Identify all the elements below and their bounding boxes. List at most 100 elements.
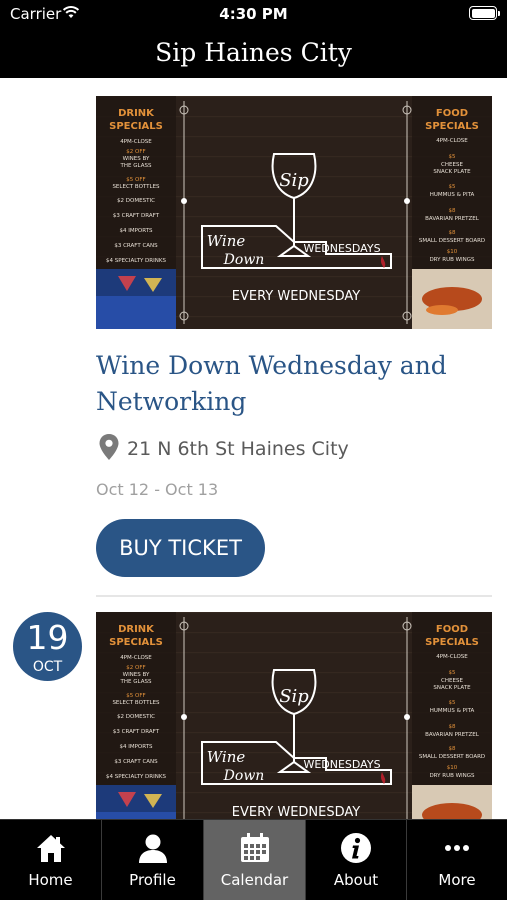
food-item: SNACK PLATE xyxy=(433,685,471,691)
drink-item: $5 OFF xyxy=(126,693,145,699)
drink-item: THE GLASS xyxy=(120,163,152,169)
badge-month: OCT xyxy=(32,659,63,675)
food-item: BAVARIAN PRETZEL xyxy=(425,216,480,222)
food-item: DRY RUB WINGS xyxy=(429,257,475,263)
poster-ornament xyxy=(181,714,187,720)
wine-down-text: Wine xyxy=(207,232,246,250)
food-item: $5 xyxy=(449,184,456,190)
drink-item: WINES BY xyxy=(123,672,150,678)
food-item: $8 xyxy=(449,746,456,752)
drink-heading: DRINK xyxy=(118,108,155,119)
drink-item: 4PM-CLOSE xyxy=(120,655,152,661)
food-heading: SPECIALS xyxy=(425,121,479,132)
divider xyxy=(96,595,492,597)
wednesdays-text: WEDNESDAYS xyxy=(303,242,380,255)
calendar-icon xyxy=(240,833,269,862)
more-icon xyxy=(445,845,469,851)
food-item: $5 xyxy=(449,700,456,706)
food-item: HUMMUS & PITA xyxy=(430,192,475,198)
drink-item: $5 OFF xyxy=(126,177,145,183)
wednesdays-text: WEDNESDAYS xyxy=(303,758,380,771)
event-poster: DRINK SPECIALS 4PM-CLOSE $2 OFFWINES BYTHE … xyxy=(96,96,492,329)
tab-calendar[interactable]: Calendar xyxy=(204,820,306,900)
food-item: SMALL DESSERT BOARD xyxy=(419,754,485,760)
drink-item: WINES BY xyxy=(123,156,150,162)
drink-item: $4 SPECIALTY DRINKS xyxy=(106,774,166,780)
badge-day: 19 xyxy=(26,618,69,657)
drink-item: $3 CRAFT CANS xyxy=(114,759,158,765)
drink-item: $4 SPECIALTY DRINKS xyxy=(106,258,166,264)
every-wednesday-text: EVERY WEDNESDAY xyxy=(232,289,361,304)
food-item: SMALL DESSERT BOARD xyxy=(419,238,485,244)
drink-item: $4 IMPORTS xyxy=(119,228,153,234)
battery-icon xyxy=(469,6,500,20)
home-icon xyxy=(36,835,65,862)
drink-item: SELECT BOTTLES xyxy=(112,184,160,190)
page-title: Sip Haines City xyxy=(155,38,352,67)
tab-home[interactable]: Home xyxy=(0,820,102,900)
food-heading: SPECIALS xyxy=(425,637,479,648)
wine-down-text: Down xyxy=(223,768,265,784)
event-image[interactable]: DRINK SPECIALS 4PM-CLOSE $2 OFF WINES BY THE … xyxy=(96,96,492,329)
wine-down-text: Wine xyxy=(207,748,246,766)
food-item: $5 xyxy=(449,154,456,160)
food-item: HUMMUS & PITA xyxy=(430,708,475,714)
drink-item: $2 DOMESTIC xyxy=(117,198,155,204)
map-pin-icon xyxy=(99,434,119,460)
food-item: BAVARIAN PRETZEL xyxy=(425,732,480,738)
cocktail-photo-shade xyxy=(96,296,176,329)
wine-down-text: Down xyxy=(223,252,265,268)
event-poster: DRINK SPECIALS 4PM-CLOSE $2 OFFWINES BYTHE … xyxy=(96,612,492,819)
drink-item: $3 CRAFT CANS xyxy=(114,243,158,249)
poster-ornament xyxy=(404,198,410,204)
food-heading: FOOD xyxy=(436,624,468,635)
tab-more[interactable]: More xyxy=(407,820,507,900)
drink-item: $2 OFF xyxy=(126,149,145,155)
drink-heading: SPECIALS xyxy=(109,637,163,648)
tab-bar: Home Profile Calendar About More xyxy=(0,819,507,900)
food-item: DRY RUB WINGS xyxy=(429,773,475,779)
poster-ornament xyxy=(404,714,410,720)
drink-item: $4 IMPORTS xyxy=(119,744,153,750)
drink-item: 4PM-CLOSE xyxy=(120,139,152,145)
food-item: $8 xyxy=(449,230,456,236)
event-date-range: Oct 12 - Oct 13 xyxy=(96,480,219,499)
status-time: 4:30 PM xyxy=(219,5,288,23)
drink-item: $2 OFF xyxy=(126,665,145,671)
status-bar: Carrier 4:30 PM xyxy=(0,0,507,28)
profile-icon xyxy=(138,834,167,863)
tab-about[interactable]: About xyxy=(306,820,407,900)
drink-item: $2 DOMESTIC xyxy=(117,714,155,720)
buy-ticket-button[interactable]: BUY TICKET xyxy=(96,519,265,577)
food-item: $5 xyxy=(449,670,456,676)
food-item: CHEESE xyxy=(441,678,463,684)
info-icon xyxy=(341,833,371,863)
drink-item: $3 CRAFT DRAFT xyxy=(113,729,160,735)
tab-profile[interactable]: Profile xyxy=(102,820,204,900)
food-item: $10 xyxy=(447,765,458,771)
event-date-badge: 19 OCT xyxy=(13,612,82,681)
tab-label: Home xyxy=(28,871,73,889)
logo-script: Sip xyxy=(279,170,309,191)
drink-heading: DRINK xyxy=(118,624,155,635)
food-item: $8 xyxy=(449,208,456,214)
event-image[interactable]: DRINK SPECIALS 4PM-CLOSE $2 OFF WINES BY THE … xyxy=(96,612,492,819)
food-item: 4PM-CLOSE xyxy=(436,138,468,144)
top-bar: Carrier 4:30 PM Sip Haines City xyxy=(0,0,507,78)
food-item: $8 xyxy=(449,724,456,730)
tab-label: More xyxy=(438,871,476,889)
food-item: $10 xyxy=(447,249,458,255)
food-item: CHEESE xyxy=(441,162,463,168)
tab-label: Profile xyxy=(129,871,176,889)
location-text: 21 N 6th St Haines City xyxy=(127,438,349,460)
every-wednesday-text: EVERY WEDNESDAY xyxy=(232,805,361,819)
food-item: 4PM-CLOSE xyxy=(436,654,468,660)
food-heading: FOOD xyxy=(436,108,468,119)
drink-heading: SPECIALS xyxy=(109,121,163,132)
poster-ornament xyxy=(181,198,187,204)
tab-label: About xyxy=(333,871,379,889)
logo-script: Sip xyxy=(279,686,309,707)
food-item: SNACK PLATE xyxy=(433,169,471,175)
event-title[interactable]: Wine Down Wednesday and Networking xyxy=(96,348,491,420)
drink-item: SELECT BOTTLES xyxy=(112,700,160,706)
